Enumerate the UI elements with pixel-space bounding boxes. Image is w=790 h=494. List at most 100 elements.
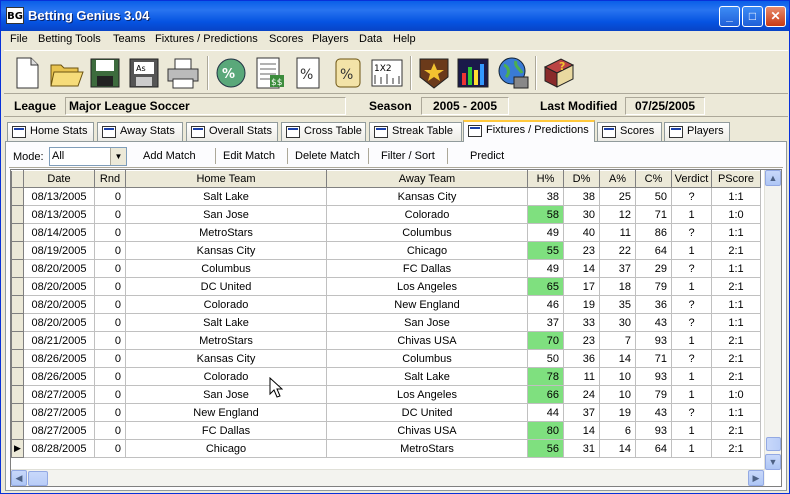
cell-h-pct[interactable]: 78: [527, 367, 564, 386]
row-indicator[interactable]: [11, 367, 24, 386]
save-disk-icon[interactable]: [87, 55, 123, 91]
cell-home-team[interactable]: Salt Lake: [125, 313, 327, 332]
scroll-percent-icon[interactable]: %: [330, 55, 366, 91]
cell-date[interactable]: 08/27/2005: [23, 403, 95, 422]
close-button[interactable]: ✕: [765, 6, 786, 27]
odds-sheet-icon[interactable]: $$: [252, 55, 288, 91]
row-indicator[interactable]: [11, 223, 24, 242]
row-indicator[interactable]: [11, 385, 24, 404]
cell-pscore[interactable]: 2:1: [711, 277, 761, 296]
row-indicator[interactable]: [11, 259, 24, 278]
cell-c-pct[interactable]: 93: [635, 367, 672, 386]
cell-home-team[interactable]: Columbus: [125, 259, 327, 278]
cell-a-pct[interactable]: 25: [599, 187, 636, 206]
cell-home-team[interactable]: Chicago: [125, 439, 327, 458]
row-indicator[interactable]: [11, 277, 24, 296]
cell-away-team[interactable]: San Jose: [326, 313, 528, 332]
cell-date[interactable]: 08/28/2005: [23, 439, 95, 458]
cell-away-team[interactable]: DC United: [326, 403, 528, 422]
row-indicator[interactable]: ▶: [11, 439, 24, 458]
cell-h-pct[interactable]: 46: [527, 295, 564, 314]
cell-verdict[interactable]: 1: [671, 421, 712, 440]
col-header-date[interactable]: Date: [23, 170, 95, 188]
vertical-scrollbar[interactable]: ▲ ▼: [764, 170, 781, 470]
cell-verdict[interactable]: 1: [671, 385, 712, 404]
chevron-down-icon[interactable]: ▼: [110, 148, 126, 165]
row-indicator[interactable]: [11, 403, 24, 422]
table-row[interactable]: 08/27/2005 0 New England DC United 44 37 19 43?…: [11, 403, 761, 422]
1x2-grid-icon[interactable]: 1X2: [369, 55, 405, 91]
cell-home-team[interactable]: Colorado: [125, 295, 327, 314]
cell-verdict[interactable]: 1: [671, 331, 712, 350]
cell-verdict[interactable]: ?: [671, 349, 712, 368]
cell-c-pct[interactable]: 43: [635, 403, 672, 422]
cell-pscore[interactable]: 2:1: [711, 241, 761, 260]
cell-rnd[interactable]: 0: [94, 205, 126, 224]
cell-c-pct[interactable]: 50: [635, 187, 672, 206]
table-row[interactable]: 08/20/2005 0 Salt Lake San Jose 37 33 30 43? 1:1: [11, 313, 761, 332]
cell-home-team[interactable]: Colorado: [125, 367, 327, 386]
cell-date[interactable]: 08/27/2005: [23, 385, 95, 404]
cell-away-team[interactable]: MetroStars: [326, 439, 528, 458]
fixtures-grid[interactable]: Date Rnd Home Team Away Team H% D% A% C%…: [10, 169, 782, 487]
cell-away-team[interactable]: Los Angeles: [326, 277, 528, 296]
tab-away-stats[interactable]: Away Stats: [97, 122, 183, 141]
menu-players[interactable]: Players: [312, 33, 349, 45]
cell-pscore[interactable]: 1:0: [711, 205, 761, 224]
cell-h-pct[interactable]: 65: [527, 277, 564, 296]
scroll-down-button[interactable]: ▼: [765, 454, 781, 470]
cell-c-pct[interactable]: 71: [635, 349, 672, 368]
cell-verdict[interactable]: 1: [671, 277, 712, 296]
cell-home-team[interactable]: New England: [125, 403, 327, 422]
cell-rnd[interactable]: 0: [94, 187, 126, 206]
cell-h-pct[interactable]: 49: [527, 259, 564, 278]
cell-c-pct[interactable]: 71: [635, 205, 672, 224]
cell-c-pct[interactable]: 36: [635, 295, 672, 314]
cell-a-pct[interactable]: 22: [599, 241, 636, 260]
cell-d-pct[interactable]: 23: [563, 331, 600, 350]
horizontal-scrollbar[interactable]: ◀ ▶: [11, 469, 765, 486]
cell-rnd[interactable]: 0: [94, 403, 126, 422]
row-indicator[interactable]: [11, 295, 24, 314]
cell-a-pct[interactable]: 30: [599, 313, 636, 332]
cell-away-team[interactable]: Colorado: [326, 205, 528, 224]
cell-date[interactable]: 08/20/2005: [23, 277, 95, 296]
cell-h-pct[interactable]: 50: [527, 349, 564, 368]
cell-a-pct[interactable]: 37: [599, 259, 636, 278]
mode-select[interactable]: All ▼: [49, 147, 127, 166]
cell-c-pct[interactable]: 86: [635, 223, 672, 242]
cell-pscore[interactable]: 2:1: [711, 421, 761, 440]
star-badge-icon[interactable]: [416, 55, 452, 91]
cell-a-pct[interactable]: 14: [599, 439, 636, 458]
cell-rnd[interactable]: 0: [94, 439, 126, 458]
cell-away-team[interactable]: Kansas City: [326, 187, 528, 206]
cell-verdict[interactable]: ?: [671, 223, 712, 242]
cell-d-pct[interactable]: 33: [563, 313, 600, 332]
cell-pscore[interactable]: 2:1: [711, 331, 761, 350]
scroll-up-button[interactable]: ▲: [765, 170, 781, 186]
cell-rnd[interactable]: 0: [94, 259, 126, 278]
row-indicator[interactable]: [11, 241, 24, 260]
cell-d-pct[interactable]: 38: [563, 187, 600, 206]
cell-home-team[interactable]: San Jose: [125, 205, 327, 224]
cell-pscore[interactable]: 1:1: [711, 403, 761, 422]
cell-verdict[interactable]: ?: [671, 403, 712, 422]
scroll-right-button[interactable]: ▶: [748, 470, 764, 486]
col-header-verdict[interactable]: Verdict: [671, 170, 712, 188]
cell-rnd[interactable]: 0: [94, 367, 126, 386]
cell-c-pct[interactable]: 93: [635, 331, 672, 350]
cell-verdict[interactable]: ?: [671, 187, 712, 206]
tab-cross-table[interactable]: Cross Table: [281, 122, 366, 141]
tab-home-stats[interactable]: Home Stats: [7, 122, 94, 141]
col-header-d-pct[interactable]: D%: [563, 170, 600, 188]
print-icon[interactable]: [165, 55, 201, 91]
cell-verdict[interactable]: 1: [671, 367, 712, 386]
cell-h-pct[interactable]: 66: [527, 385, 564, 404]
cell-a-pct[interactable]: 6: [599, 421, 636, 440]
scroll-left-button[interactable]: ◀: [11, 470, 27, 486]
cell-pscore[interactable]: 1:1: [711, 187, 761, 206]
tab-streak-table[interactable]: Streak Table: [369, 122, 462, 141]
cell-pscore[interactable]: 2:1: [711, 367, 761, 386]
row-indicator[interactable]: [11, 313, 24, 332]
cell-d-pct[interactable]: 23: [563, 241, 600, 260]
